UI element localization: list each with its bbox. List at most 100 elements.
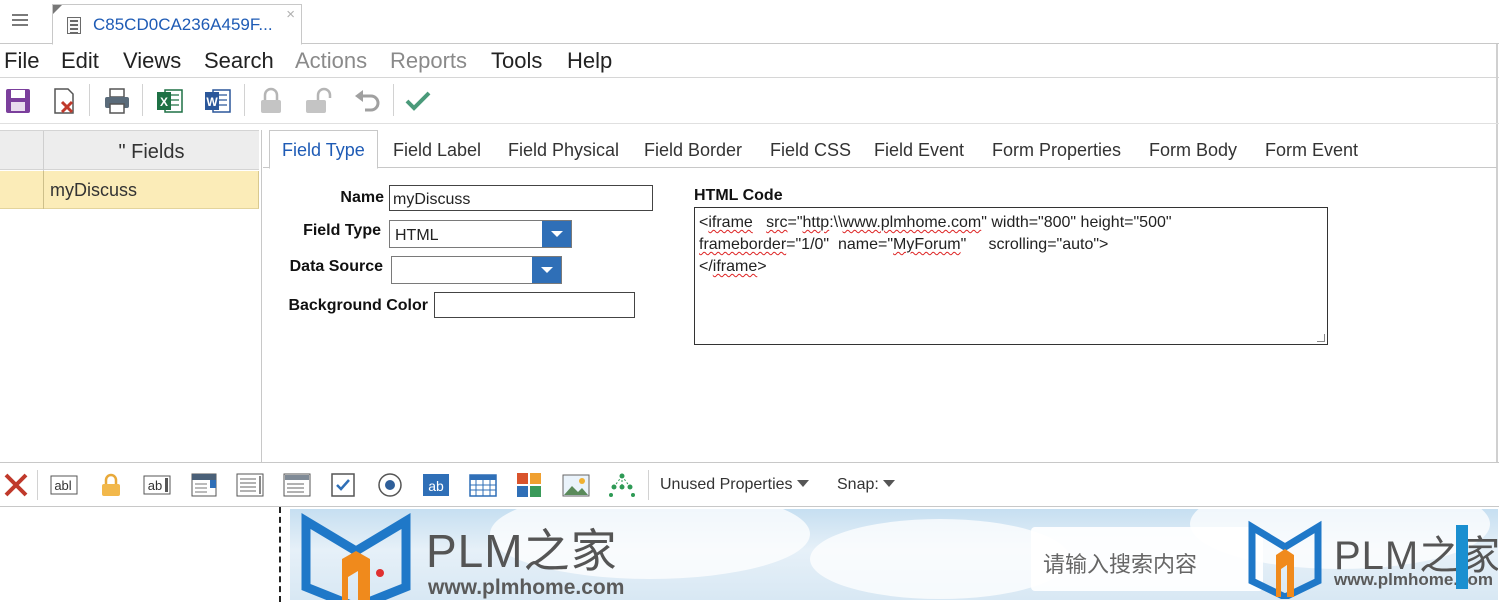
name-field[interactable] — [389, 185, 653, 211]
spellcheck-word: frameborder — [699, 236, 787, 253]
toolbar-separator — [37, 470, 38, 500]
delete-x-icon[interactable] — [2, 471, 30, 499]
spellcheck-word: src — [766, 214, 788, 231]
field-type-value: HTML — [395, 227, 439, 244]
tab-field-event[interactable]: Field Event — [874, 140, 964, 161]
tab-field-label[interactable]: Field Label — [393, 140, 481, 161]
spellcheck-word: iframe — [708, 214, 753, 231]
unused-properties-dropdown[interactable]: Unused Properties — [660, 476, 809, 494]
chevron-down-icon[interactable] — [532, 257, 561, 283]
menu-actions[interactable]: Actions — [295, 48, 367, 74]
svg-text:ab: ab — [148, 478, 162, 493]
svg-text:X: X — [160, 95, 168, 109]
banner-site-url-2: www.plmhome.com — [1334, 570, 1494, 589]
toolbar-separator — [142, 84, 143, 116]
menu-reports[interactable]: Reports — [390, 48, 467, 74]
menu-bar: File Edit Views Search Actions Reports T… — [0, 44, 1499, 78]
image-icon[interactable] — [562, 471, 590, 499]
check-icon[interactable] — [403, 86, 433, 116]
banner-search-box: 请输入搜索内容 — [1031, 527, 1263, 591]
document-tab-strip: C85CD0CA236A459F... × — [0, 0, 1499, 45]
unlock-icon[interactable] — [303, 86, 333, 116]
fields-panel: " Fields myDiscuss — [0, 130, 262, 462]
html-preview-banner: PLM之家 www.plmhome.com 请输入搜索内容 PLM之家 www.… — [290, 509, 1498, 600]
html-code-textarea[interactable]: <iframe src="http:\\www.plmhome.com" wid… — [694, 207, 1328, 345]
hamburger-menu-icon[interactable] — [12, 14, 28, 28]
print-icon[interactable] — [102, 86, 132, 116]
fields-grid-header: " Fields — [0, 130, 259, 171]
column-divider — [43, 171, 44, 209]
tab-corner-marker — [53, 5, 62, 14]
main-toolbar: X W — [0, 78, 1499, 124]
background-color-label: Background Color — [288, 297, 428, 314]
word-icon[interactable]: W — [203, 86, 233, 116]
background-color-field[interactable] — [434, 292, 635, 318]
svg-text:abl: abl — [54, 478, 71, 493]
color-tiles-icon[interactable] — [515, 471, 543, 499]
canvas-guide-line — [279, 507, 281, 602]
design-canvas[interactable]: PLM之家 www.plmhome.com 请输入搜索内容 PLM之家 www.… — [0, 507, 1499, 602]
tab-form-event[interactable]: Form Event — [1265, 140, 1358, 161]
designer-toolbar: abl ab ab Unused Properties Snap: — [0, 462, 1499, 507]
menu-views[interactable]: Views — [123, 48, 181, 74]
table-row[interactable]: myDiscuss — [0, 171, 259, 209]
excel-icon[interactable]: X — [155, 86, 185, 116]
tab-field-type[interactable]: Field Type — [269, 130, 378, 169]
save-icon[interactable] — [3, 86, 33, 116]
undo-icon[interactable] — [352, 86, 382, 116]
listbox-icon[interactable] — [190, 471, 218, 499]
menu-edit[interactable]: Edit — [61, 48, 99, 74]
field-type-select[interactable]: HTML — [389, 220, 572, 248]
combobox-icon[interactable] — [283, 471, 311, 499]
lock-icon[interactable] — [256, 86, 286, 116]
code-line-1: <iframe src="http:\\www.plmhome.com" wid… — [699, 214, 1172, 231]
plmhome-logo-icon — [1248, 520, 1322, 599]
tab-field-border[interactable]: Field Border — [644, 140, 742, 161]
spellcheck-word: http — [802, 214, 830, 231]
spellcheck-word: MyForum — [893, 236, 961, 253]
menu-search[interactable]: Search — [204, 48, 274, 74]
tab-field-css[interactable]: Field CSS — [770, 140, 851, 161]
textarea-icon[interactable] — [236, 471, 264, 499]
form-document-icon — [67, 17, 81, 34]
tab-field-physical[interactable]: Field Physical — [508, 140, 619, 161]
tab-form-properties[interactable]: Form Properties — [992, 140, 1121, 161]
grid-icon[interactable] — [469, 471, 497, 499]
field-name-cell[interactable]: myDiscuss — [50, 180, 137, 201]
property-tabs: Field Type Field Label Field Physical Fi… — [263, 130, 1497, 169]
spellcheck-word: iframe — [712, 258, 758, 275]
snap-dropdown[interactable]: Snap: — [837, 476, 895, 494]
chevron-down-icon — [796, 480, 809, 487]
close-tab-icon[interactable]: × — [286, 6, 295, 23]
svg-text:ab: ab — [428, 478, 444, 494]
textbox-icon[interactable]: abl — [50, 471, 78, 499]
toolbar-separator — [89, 84, 90, 116]
menu-file[interactable]: File — [4, 48, 39, 74]
lock-icon[interactable] — [97, 471, 125, 499]
spellcheck-word: www.plmhome.com — [842, 214, 982, 231]
menu-help[interactable]: Help — [567, 48, 612, 74]
code-line-3: </iframe> — [699, 258, 767, 275]
label-ab-icon[interactable]: ab — [422, 471, 450, 499]
menu-tools[interactable]: Tools — [491, 48, 542, 74]
data-source-select[interactable] — [391, 256, 562, 284]
document-tab-title: C85CD0CA236A459F... — [93, 15, 273, 34]
code-line-2: frameborder="1/0" name="MyForum" scrolli… — [699, 236, 1109, 253]
banner-site-url: www.plmhome.com — [428, 576, 625, 599]
fields-column-header[interactable]: " Fields — [44, 141, 259, 164]
resize-grip-icon[interactable] — [1317, 334, 1325, 342]
document-tab[interactable]: C85CD0CA236A459F... × — [52, 4, 302, 45]
rich-text-icon[interactable]: ab — [143, 471, 171, 499]
toolbar-separator — [393, 84, 394, 116]
checkbox-icon[interactable] — [329, 471, 357, 499]
chevron-down-icon — [882, 480, 895, 487]
chevron-down-icon[interactable] — [542, 221, 571, 247]
banner-edge-bar — [1456, 525, 1468, 589]
delete-icon[interactable] — [49, 86, 79, 116]
data-source-label: Data Source — [289, 258, 383, 275]
tree-icon[interactable] — [608, 471, 636, 499]
banner-search-placeholder: 请输入搜索内容 — [1043, 552, 1198, 577]
tab-form-body[interactable]: Form Body — [1149, 140, 1237, 161]
radio-icon[interactable] — [376, 471, 404, 499]
svg-text:W: W — [206, 95, 218, 109]
